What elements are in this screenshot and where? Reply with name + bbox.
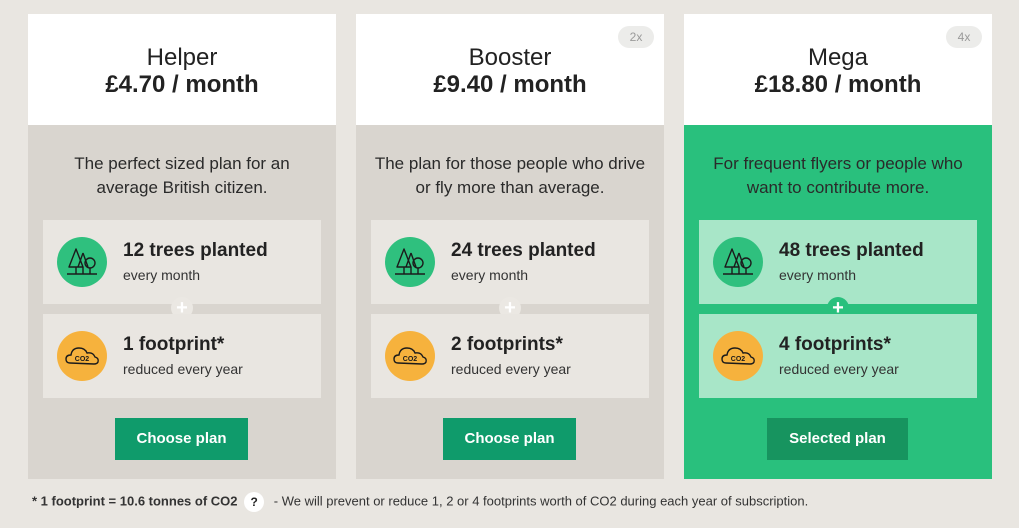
plan-name: Booster (468, 44, 552, 71)
footprint-title: 4 footprints* (779, 334, 891, 355)
plan-header: 4x Mega £18.80 / month (684, 14, 992, 125)
choose-plan-button[interactable]: Choose plan (443, 418, 576, 460)
co2-label: CO2 (75, 356, 90, 363)
footprint-benefit: CO2 1 footprint* reduced every year (43, 314, 321, 398)
plan-description: The perfect sized plan for an average Br… (74, 154, 290, 197)
plan-header: 2x Booster £9.40 / month (356, 14, 664, 125)
plan-price: £9.40 / month (433, 71, 587, 98)
plan-card-helper: Helper £4.70 / month The perfect sized p… (28, 14, 336, 479)
co2-label: CO2 (403, 356, 418, 363)
trees-icon (385, 237, 435, 287)
footnote-text: - We will prevent or reduce 1, 2 or 4 fo… (273, 493, 809, 509)
plan-header: Helper £4.70 / month (28, 14, 336, 125)
footprint-subtitle: reduced every year (451, 361, 571, 377)
trees-subtitle: every month (451, 267, 529, 283)
trees-benefit: 12 trees planted every month (43, 220, 321, 304)
co2-label: CO2 (731, 356, 746, 363)
trees-benefit: 48 trees planted every month (699, 220, 977, 304)
plan-name: Mega (807, 44, 869, 71)
plan-card-mega: 4x Mega £18.80 / month For frequent flye… (684, 14, 992, 479)
footprint-subtitle: reduced every year (779, 361, 899, 377)
footprint-title: 2 footprints* (451, 334, 563, 355)
trees-title: 48 trees planted (779, 240, 924, 261)
co2-cloud-icon: CO2 (385, 331, 435, 381)
plans-container: Helper £4.70 / month The perfect sized p… (28, 14, 992, 479)
selected-plan-button[interactable]: Selected plan (767, 418, 908, 460)
plan-description: For frequent flyers or people who want t… (713, 154, 963, 197)
plan-name: Helper (146, 44, 218, 71)
plan-price: £4.70 / month (105, 71, 259, 98)
plan-description: The plan for those people who drive or f… (374, 154, 646, 197)
choose-plan-button[interactable]: Choose plan (115, 418, 248, 460)
trees-icon (713, 237, 763, 287)
footprint-subtitle: reduced every year (123, 361, 243, 377)
footprint-benefit: CO2 2 footprints* reduced every year (371, 314, 649, 398)
plan-price: £18.80 / month (754, 71, 922, 98)
trees-subtitle: every month (779, 267, 857, 283)
footprint-title: 1 footprint* (123, 334, 225, 355)
co2-cloud-icon: CO2 (713, 331, 763, 381)
trees-title: 24 trees planted (451, 240, 596, 261)
footnote: * 1 footprint = 10.6 tonnes of CO2 ? - W… (32, 492, 808, 512)
trees-subtitle: every month (123, 267, 201, 283)
co2-cloud-icon: CO2 (57, 331, 107, 381)
footprint-benefit: CO2 4 footprints* reduced every year (699, 314, 977, 398)
trees-title: 12 trees planted (123, 240, 268, 261)
help-icon[interactable]: ? (244, 492, 265, 512)
trees-icon (57, 237, 107, 287)
footnote-definition: * 1 footprint = 10.6 tonnes of CO2 (32, 493, 238, 509)
plan-card-booster: 2x Booster £9.40 / month The plan for th… (356, 14, 664, 479)
trees-benefit: 24 trees planted every month (371, 220, 649, 304)
